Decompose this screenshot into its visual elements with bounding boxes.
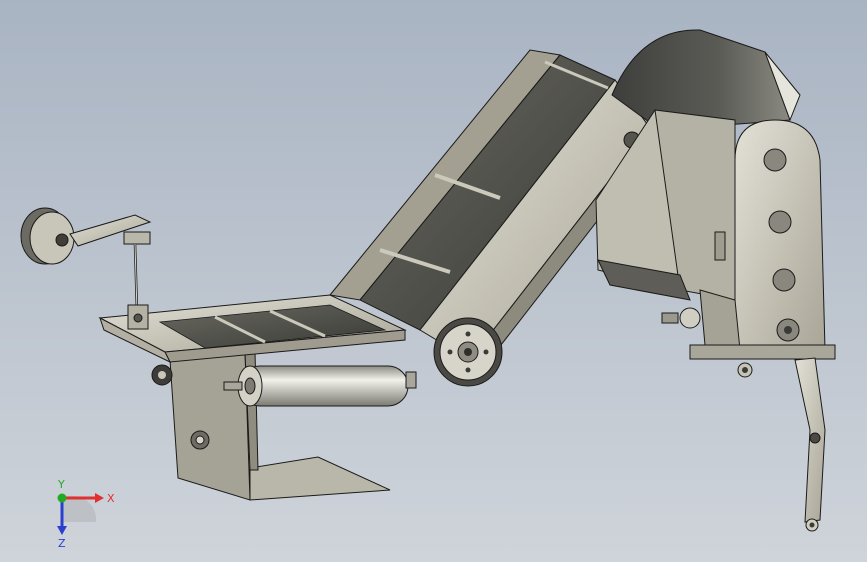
z-axis-arrowhead [57, 526, 67, 535]
cad-viewport[interactable]: X Y Z [0, 0, 867, 562]
sprocket-wheel[interactable] [433, 317, 503, 387]
x-axis-arrowhead [95, 493, 104, 503]
y-axis-label: Y [57, 478, 65, 491]
machine-head[interactable] [595, 29, 836, 378]
y-axis-marker [57, 493, 67, 503]
support-leg[interactable] [794, 357, 826, 532]
drive-roller[interactable] [223, 365, 417, 407]
z-axis-label: Z [58, 537, 66, 548]
x-axis-label: X [107, 492, 115, 505]
tension-wheel-assembly[interactable] [20, 207, 152, 330]
view-triad: X Y Z [57, 478, 115, 548]
conveyor-assembly-model[interactable] [0, 0, 867, 562]
